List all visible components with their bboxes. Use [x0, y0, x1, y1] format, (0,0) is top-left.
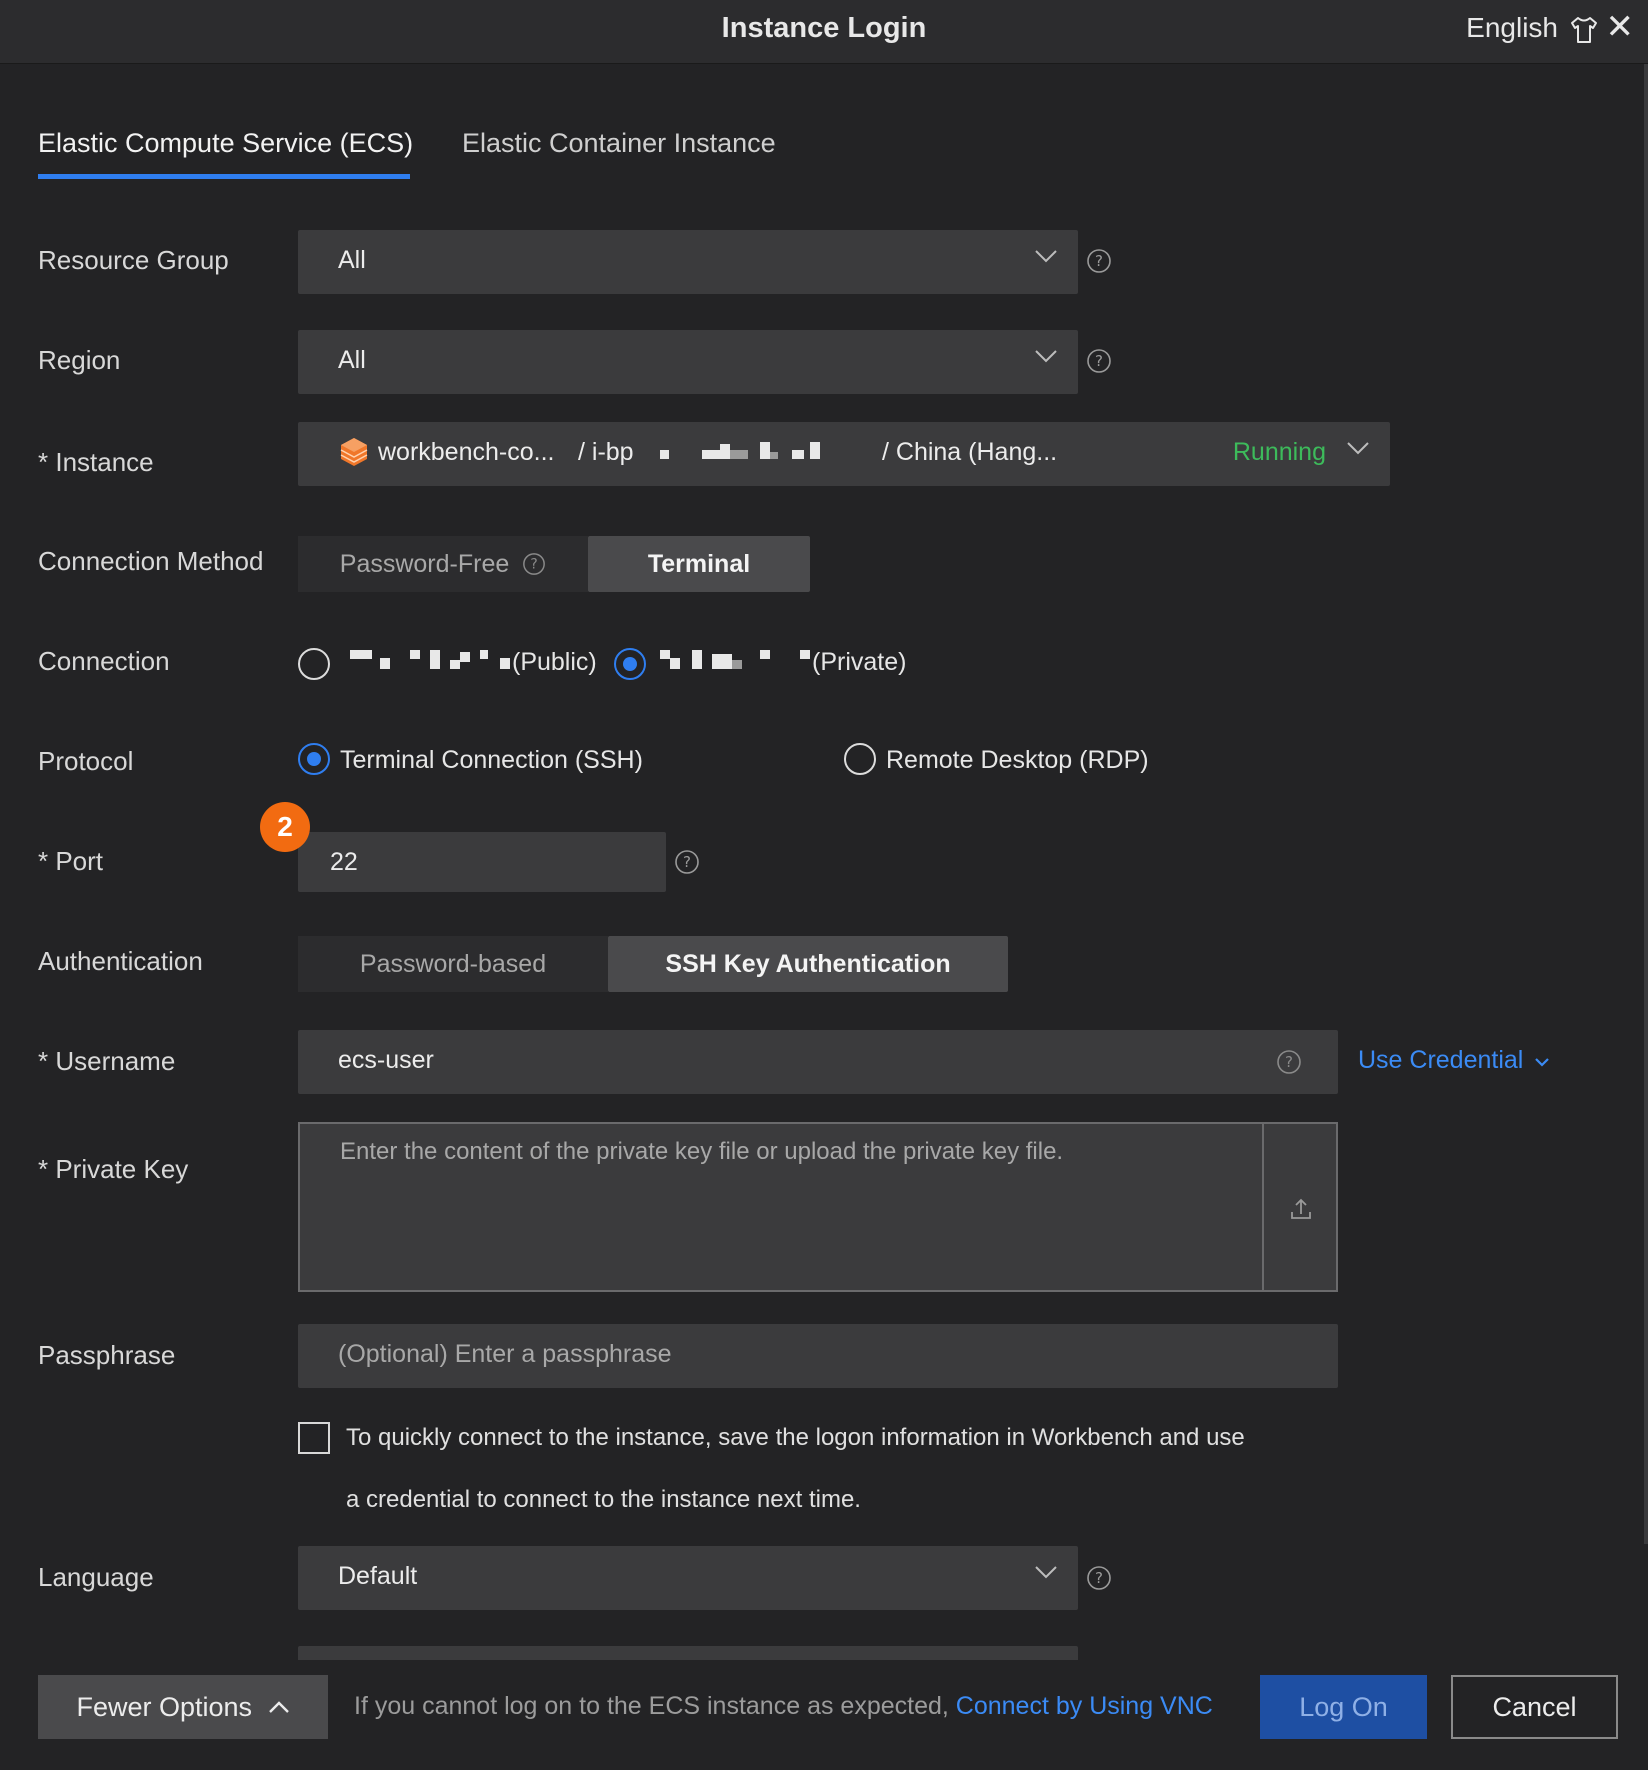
region-label: Region [38, 345, 121, 375]
ssh-radio[interactable] [298, 743, 330, 775]
help-icon[interactable]: ? [522, 552, 546, 576]
resource-group-label: Resource Group [38, 245, 229, 275]
public-ip-radio[interactable] [298, 648, 330, 680]
svg-text:?: ? [1095, 352, 1103, 370]
language-select[interactable]: Default [298, 1546, 1078, 1610]
language-switch[interactable]: English [1466, 12, 1558, 44]
chevron-up-icon [268, 1701, 289, 1713]
port-input[interactable]: 22 [298, 832, 666, 892]
ssh-key-option[interactable]: SSH Key Authentication [608, 936, 1008, 992]
passphrase-placeholder: (Optional) Enter a passphrase [338, 1340, 672, 1368]
instance-status: Running [1232, 438, 1326, 466]
window-title: Instance Login [721, 12, 927, 44]
tab-ecs[interactable]: Elastic Compute Service (ECS) [38, 128, 413, 159]
scrollbar[interactable] [1644, 64, 1648, 1544]
private-ip-radio[interactable] [614, 648, 646, 680]
connection-method-label: Connection Method [38, 546, 264, 576]
save-logon-text-line2: a credential to connect to the instance … [346, 1486, 861, 1513]
port-value: 22 [330, 848, 358, 876]
instance-select[interactable]: workbench-co... / i-bp / China (Hang... … [298, 422, 1390, 486]
private-key-textarea[interactable]: Enter the content of the private key fil… [298, 1122, 1338, 1292]
cancel-button[interactable]: Cancel [1451, 1675, 1618, 1739]
rdp-radio[interactable] [844, 743, 876, 775]
username-input[interactable]: ecs-user ? [298, 1030, 1338, 1094]
region-value: All [338, 346, 366, 374]
region-select[interactable]: All [298, 330, 1078, 394]
upload-key-button[interactable] [1262, 1124, 1336, 1290]
instance-name: workbench-co... [378, 438, 555, 466]
help-icon[interactable]: ? [1276, 1049, 1302, 1075]
title-bar: Instance Login English ✕ [0, 0, 1648, 64]
instance-id: / i-bp [578, 438, 634, 466]
private-ip-suffix: (Private) [812, 648, 907, 676]
active-tab-indicator [38, 174, 410, 179]
connection-label: Connection [38, 646, 170, 676]
port-label: * Port [38, 846, 104, 876]
use-credential-label: Use Credential [1358, 1046, 1524, 1074]
authentication-label: Authentication [38, 946, 203, 976]
svg-text:?: ? [1095, 1569, 1103, 1587]
svg-text:?: ? [1095, 252, 1103, 270]
close-icon[interactable]: ✕ [1606, 10, 1635, 44]
save-logon-text-line1: To quickly connect to the instance, save… [346, 1424, 1245, 1451]
private-key-label: * Private Key [38, 1154, 189, 1184]
passphrase-input[interactable]: (Optional) Enter a passphrase [298, 1324, 1338, 1388]
language-label: Language [38, 1562, 154, 1592]
username-value: ecs-user [338, 1046, 434, 1074]
chevron-down-icon [1535, 1058, 1550, 1067]
save-logon-checkbox[interactable] [298, 1422, 330, 1454]
help-icon[interactable]: ? [1086, 348, 1112, 374]
protocol-label: Protocol [38, 746, 134, 776]
ssh-label: Terminal Connection (SSH) [340, 746, 643, 774]
resource-group-select[interactable]: All [298, 230, 1078, 294]
rdp-label: Remote Desktop (RDP) [886, 746, 1149, 774]
theme-shirt-icon[interactable] [1568, 14, 1600, 46]
instance-region: / China (Hang... [882, 438, 1058, 466]
username-label: * Username [38, 1046, 176, 1076]
ecs-instance-icon [340, 438, 368, 466]
connect-vnc-link[interactable]: Connect by Using VNC [956, 1692, 1213, 1720]
public-ip-suffix: (Public) [512, 648, 597, 676]
chevron-down-icon [1035, 1566, 1057, 1579]
tab-eci[interactable]: Elastic Container Instance [462, 128, 776, 159]
svg-text:?: ? [683, 853, 691, 871]
resource-group-value: All [338, 246, 366, 274]
fewer-options-button[interactable]: Fewer Options [38, 1675, 328, 1739]
use-credential-link[interactable]: Use Credential [1358, 1046, 1550, 1075]
footer-help-text: If you cannot log on to the ECS instance… [354, 1692, 949, 1720]
help-icon[interactable]: ? [674, 849, 700, 875]
private-key-placeholder: Enter the content of the private key fil… [340, 1138, 1064, 1165]
terminal-option[interactable]: Terminal [588, 536, 810, 592]
svg-text:?: ? [1285, 1053, 1293, 1071]
svg-text:?: ? [531, 557, 538, 573]
chevron-down-icon [1347, 442, 1369, 455]
log-on-button[interactable]: Log On [1260, 1675, 1427, 1739]
language-value: Default [338, 1562, 418, 1590]
footer-help: If you cannot log on to the ECS instance… [354, 1692, 1213, 1721]
help-icon[interactable]: ? [1086, 248, 1112, 274]
chevron-down-icon [1035, 250, 1057, 263]
step-badge: 2 [260, 802, 310, 852]
fewer-options-label: Fewer Options [76, 1692, 253, 1722]
password-based-option[interactable]: Password-based [298, 936, 608, 992]
password-free-option[interactable]: Password-Free ? [298, 536, 588, 592]
help-icon[interactable]: ? [1086, 1565, 1112, 1591]
passphrase-label: Passphrase [38, 1340, 176, 1370]
upload-icon [1291, 1198, 1311, 1219]
password-free-label: Password-Free [339, 550, 510, 578]
chevron-down-icon [1035, 350, 1057, 363]
instance-label: * Instance [38, 447, 154, 477]
